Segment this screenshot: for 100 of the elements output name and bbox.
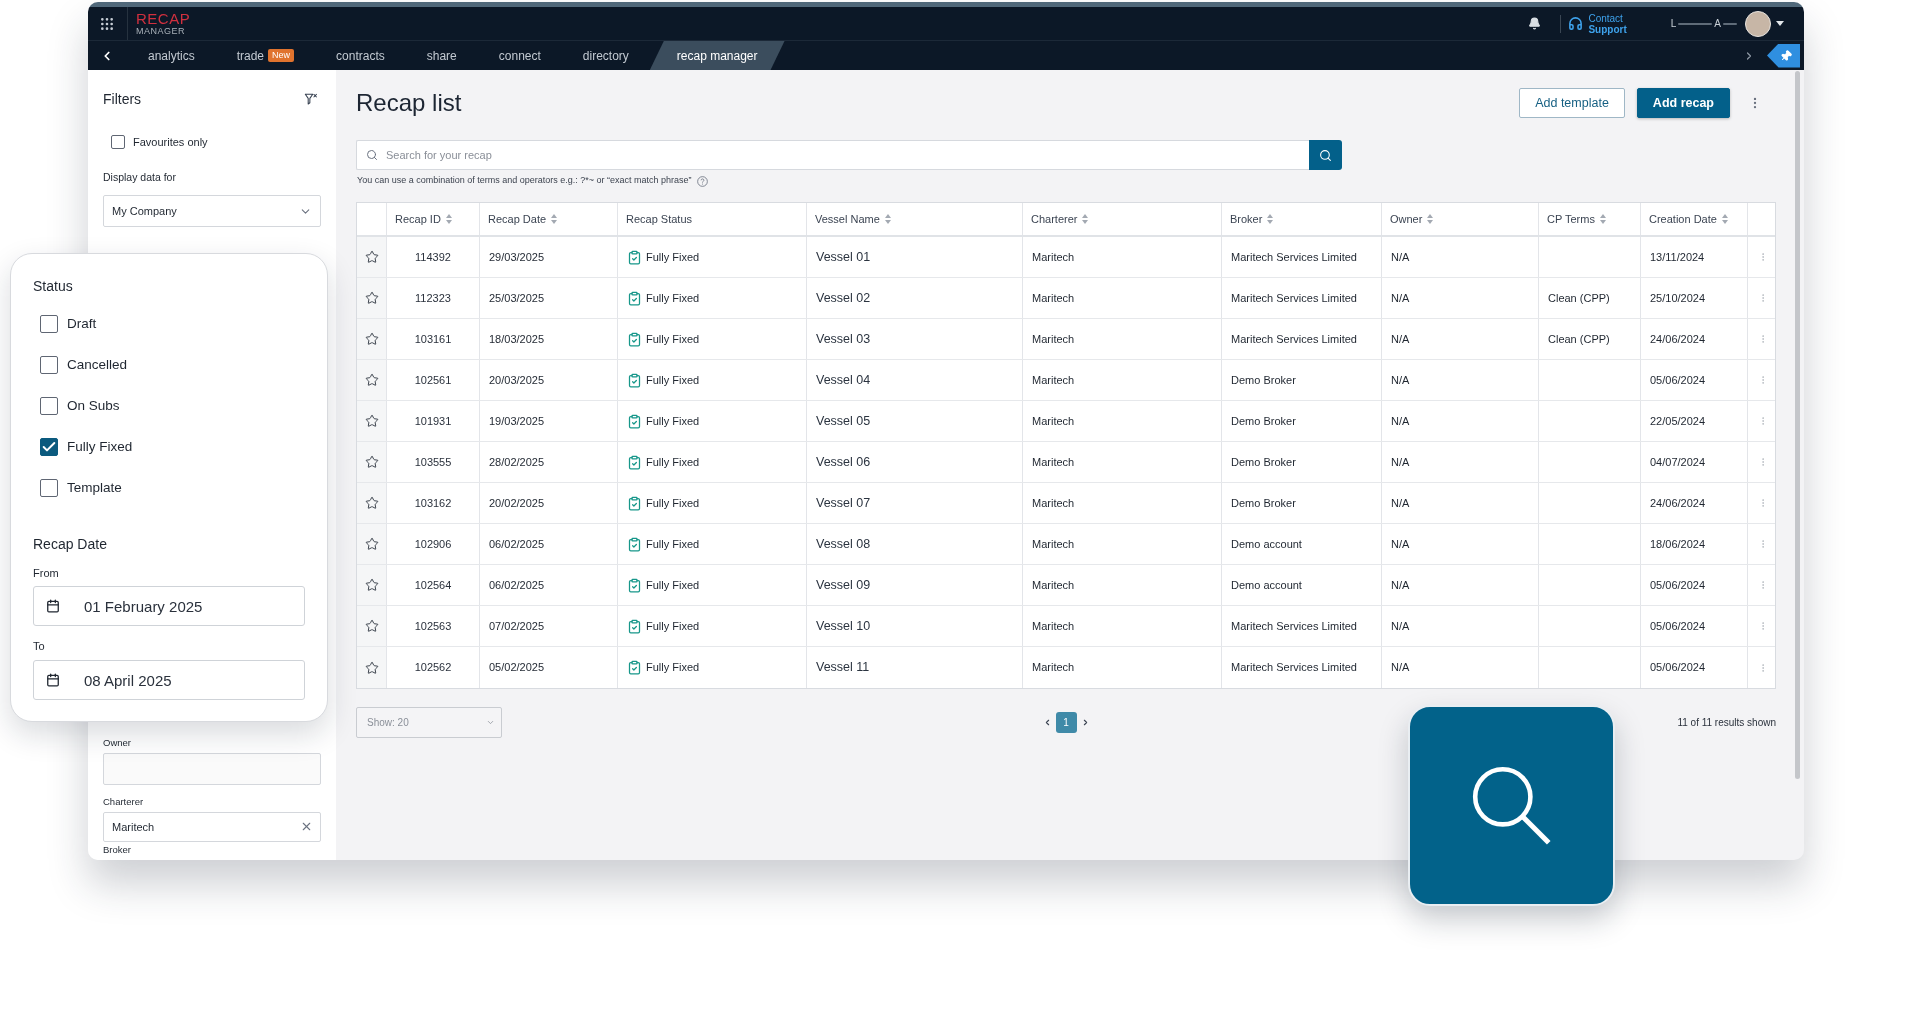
column-header[interactable]: Recap Date bbox=[480, 203, 618, 235]
star-icon[interactable] bbox=[364, 496, 379, 510]
table-cell: Maritech bbox=[1023, 442, 1222, 482]
scrollbar-thumb[interactable] bbox=[1795, 71, 1800, 779]
status-label: Fully Fixed bbox=[646, 290, 700, 306]
bell-icon[interactable] bbox=[1528, 17, 1542, 30]
search-button[interactable] bbox=[1309, 140, 1342, 170]
checkbox[interactable] bbox=[40, 315, 58, 333]
nav-tab[interactable]: contracts bbox=[315, 41, 406, 70]
clipboard-check-icon bbox=[627, 413, 642, 429]
star-icon[interactable] bbox=[364, 455, 379, 469]
column-header[interactable]: Broker bbox=[1222, 203, 1382, 235]
table-cell: Maritech bbox=[1023, 565, 1222, 605]
status-label: Fully Fixed bbox=[646, 331, 700, 347]
clipboard-check-icon bbox=[627, 454, 642, 470]
funnel-x-icon[interactable] bbox=[304, 92, 318, 106]
table-cell: 05/02/2025 bbox=[480, 647, 618, 688]
star-icon[interactable] bbox=[364, 250, 379, 264]
table-cell: 05/06/2024 bbox=[1641, 606, 1748, 646]
page-title: Recap list bbox=[356, 88, 462, 118]
star-icon[interactable] bbox=[364, 619, 379, 633]
status-label: Fully Fixed bbox=[646, 454, 700, 470]
table-cell: Clean (CPP) bbox=[1539, 319, 1641, 359]
star-icon[interactable] bbox=[364, 578, 379, 592]
table-cell: Demo Broker bbox=[1222, 483, 1382, 523]
table-cell: N/A bbox=[1382, 401, 1539, 441]
table-cell: 05/06/2024 bbox=[1641, 647, 1748, 688]
user-name-initial: A bbox=[1714, 17, 1721, 31]
column-header[interactable]: Creation Date bbox=[1641, 203, 1748, 235]
company-select[interactable]: My Company bbox=[103, 195, 321, 227]
table-cell: Clean (CPP) bbox=[1539, 278, 1641, 318]
status-label: Fully Fixed bbox=[646, 495, 700, 511]
field-label: Broker bbox=[103, 844, 132, 856]
column-header[interactable]: Vessel Name bbox=[807, 203, 1023, 235]
table-cell: Vessel 04 bbox=[807, 360, 1023, 400]
table-cell: 18/06/2024 bbox=[1641, 524, 1748, 564]
user-avatar[interactable] bbox=[1745, 10, 1771, 37]
table-cell: Maritech Services Limited bbox=[1222, 319, 1382, 359]
table-cell: 102564 bbox=[387, 565, 480, 605]
nav-tab[interactable]: directory bbox=[561, 41, 650, 70]
column-header[interactable]: Charterer bbox=[1023, 203, 1222, 235]
field-label: Display data for bbox=[103, 170, 177, 184]
table-cell: N/A bbox=[1382, 319, 1539, 359]
table-cell: N/A bbox=[1382, 483, 1539, 523]
date-field[interactable]: 01 February 2025 bbox=[33, 586, 305, 626]
caret-down-icon[interactable] bbox=[1776, 21, 1784, 26]
search-field[interactable]: Search for your recap bbox=[356, 140, 1309, 170]
owner-field[interactable] bbox=[103, 753, 321, 785]
table-cell: 103161 bbox=[387, 319, 480, 359]
table-cell: Vessel 08 bbox=[807, 524, 1023, 564]
table-cell: 18/03/2025 bbox=[480, 319, 618, 359]
clipboard-check-icon bbox=[627, 331, 642, 347]
field-label: Owner bbox=[103, 737, 132, 749]
grid-menu-icon[interactable] bbox=[99, 15, 115, 32]
table-cell: N/A bbox=[1382, 360, 1539, 400]
checkbox[interactable] bbox=[40, 479, 58, 497]
table-cell: N/A bbox=[1382, 565, 1539, 605]
add-recap-button[interactable]: Add recap bbox=[1636, 88, 1730, 118]
nav-tab[interactable]: recap manager bbox=[649, 41, 785, 70]
star-icon[interactable] bbox=[364, 291, 379, 305]
page-button[interactable]: 1 bbox=[1055, 712, 1077, 733]
app-logo[interactable]: RECAP MANAGER bbox=[136, 11, 191, 36]
nav-tab[interactable]: trade New bbox=[215, 41, 316, 70]
nav-tab[interactable]: share bbox=[405, 41, 478, 70]
add-template-button[interactable]: Add template bbox=[1519, 88, 1625, 118]
table-cell: Vessel 07 bbox=[807, 483, 1023, 523]
table-cell: Maritech bbox=[1023, 606, 1222, 646]
table-cell: 22/05/2024 bbox=[1641, 401, 1748, 441]
table-cell: N/A bbox=[1382, 647, 1539, 688]
table-cell: Maritech bbox=[1023, 278, 1222, 318]
checkbox[interactable] bbox=[40, 397, 58, 415]
search-icon bbox=[366, 149, 378, 161]
star-icon[interactable] bbox=[364, 332, 379, 346]
nav-tab[interactable]: analytics bbox=[127, 41, 216, 70]
table-cell: Maritech bbox=[1023, 319, 1222, 359]
contact-support-link[interactable]: Contact Support bbox=[1568, 12, 1627, 35]
clear-icon[interactable] bbox=[300, 820, 313, 833]
column-header[interactable]: CP Terms bbox=[1539, 203, 1641, 235]
field-label: From bbox=[33, 566, 60, 580]
section-title: Recap Date bbox=[33, 535, 108, 553]
status-label: Fully Fixed bbox=[646, 618, 700, 634]
table-cell: 102561 bbox=[387, 360, 480, 400]
table-cell: N/A bbox=[1382, 524, 1539, 564]
pin-icon[interactable] bbox=[1767, 43, 1800, 68]
blurred-name-bar bbox=[1678, 22, 1713, 25]
star-icon[interactable] bbox=[364, 373, 379, 387]
column-header[interactable]: Recap ID bbox=[387, 203, 480, 235]
nav-tab[interactable]: connect bbox=[477, 41, 562, 70]
checkbox[interactable] bbox=[40, 356, 58, 374]
table-cell: 05/06/2024 bbox=[1641, 565, 1748, 605]
column-header[interactable]: Owner bbox=[1382, 203, 1539, 235]
charterer-field[interactable]: Maritech bbox=[103, 812, 321, 842]
search-hint: You can use a combination of terms and operators e.g.: ?*~ or “exact match phrase” bbox=[357, 174, 692, 188]
checkbox[interactable] bbox=[40, 438, 58, 456]
star-icon[interactable] bbox=[364, 414, 379, 428]
date-field[interactable]: 08 April 2025 bbox=[33, 660, 305, 700]
star-icon[interactable] bbox=[364, 537, 379, 551]
table-cell: 24/06/2024 bbox=[1641, 319, 1748, 359]
checkbox[interactable] bbox=[111, 135, 125, 149]
star-icon[interactable] bbox=[364, 660, 379, 675]
